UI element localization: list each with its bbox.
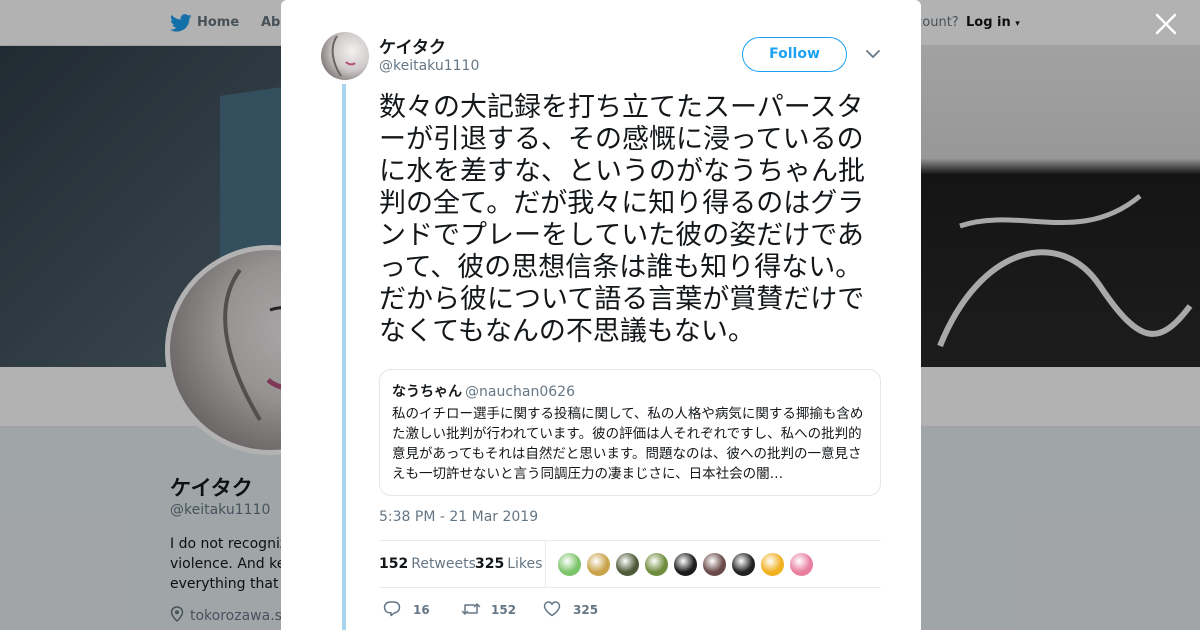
retweet-count: 152 (491, 603, 517, 617)
liker-avatar[interactable] (702, 552, 727, 577)
liker-avatar[interactable] (760, 552, 785, 577)
liker-avatar[interactable] (615, 552, 640, 577)
liker-avatar[interactable] (644, 552, 669, 577)
quoted-author-name: なうちゃん (392, 384, 462, 400)
liker-avatar[interactable] (673, 552, 698, 577)
likes-stat[interactable]: 325 Likes (475, 556, 542, 572)
thread-line (342, 84, 346, 630)
follow-button[interactable]: Follow (742, 37, 847, 72)
likes-label: Likes (507, 556, 543, 572)
tweet-stats: 152 Retweets 325 Likes (379, 540, 881, 588)
quoted-tweet-header: なうちゃん @nauchan0626 (392, 382, 868, 402)
likes-count: 325 (475, 556, 505, 572)
liker-avatar[interactable] (731, 552, 756, 577)
retweet-icon (461, 603, 481, 615)
author-name[interactable]: ケイタク (379, 33, 446, 58)
retweets-stat[interactable]: 152 Retweets (379, 556, 476, 572)
reply-count: 16 (413, 603, 430, 617)
tweet-actions: 16 152 325 (379, 596, 881, 624)
like-count: 325 (573, 603, 599, 617)
quoted-tweet-text: 私のイチロー選手に関する投稿に関して、私の人格や病気に関する揶揄も含めた激しい批… (392, 406, 864, 482)
reply-icon (383, 601, 401, 617)
chevron-down-icon[interactable] (865, 48, 881, 60)
author-avatar[interactable] (321, 32, 369, 80)
quoted-author-handle: @nauchan0626 (465, 384, 575, 400)
tweet-text: 数々の大記録を打ち立てたスーパースターが引退する、その感慨に浸っているのに水を差… (379, 92, 865, 347)
close-icon[interactable] (1154, 12, 1178, 36)
retweets-label: Retweets (411, 556, 476, 572)
liker-avatar[interactable] (789, 552, 814, 577)
liker-avatar[interactable] (586, 552, 611, 577)
heart-icon (543, 601, 561, 617)
author-avatar-art (331, 35, 356, 77)
tweet-modal: ケイタク @keitaku1110 Follow 数々の大記録を打ち立てたスーパ… (281, 0, 921, 630)
stats-divider (545, 541, 546, 588)
retweets-count: 152 (379, 556, 409, 572)
liker-avatar[interactable] (557, 552, 582, 577)
author-handle[interactable]: @keitaku1110 (379, 58, 479, 74)
quoted-tweet[interactable]: なうちゃん @nauchan0626 私のイチロー選手に関する投稿に関して、私の人… (379, 369, 881, 496)
tweet-timestamp[interactable]: 5:38 PM - 21 Mar 2019 (379, 509, 538, 525)
